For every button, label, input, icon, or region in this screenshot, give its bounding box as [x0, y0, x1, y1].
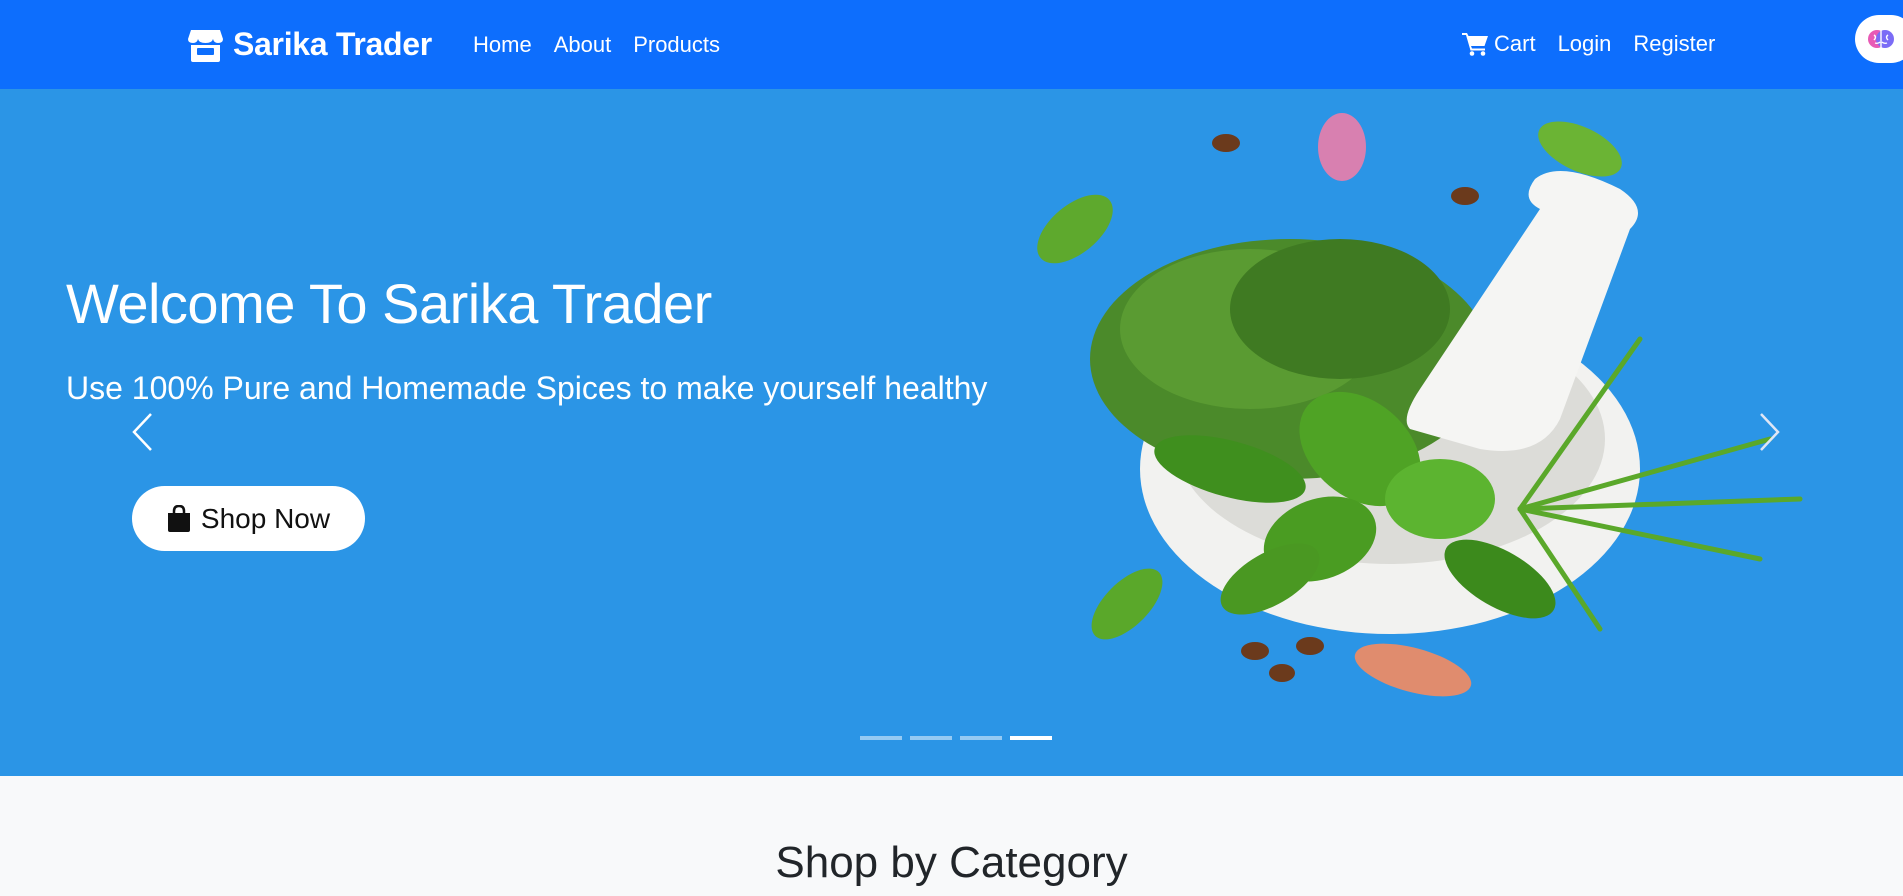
cart-icon [1462, 33, 1488, 56]
carousel-indicator-1[interactable] [860, 736, 902, 740]
brand-name: Sarika Trader [233, 26, 432, 62]
chevron-right-icon [1760, 413, 1780, 451]
hero-carousel: Welcome To Sarika Trader Use 100% Pure a… [0, 89, 1903, 776]
shopping-bag-icon [167, 504, 190, 532]
shop-now-label: Shop Now [200, 502, 331, 534]
cart-label: Cart [1494, 31, 1536, 56]
carousel-indicator-4[interactable] [1010, 736, 1052, 740]
brand-link[interactable]: Sarika Trader [188, 26, 432, 63]
carousel-indicator-3[interactable] [960, 736, 1002, 740]
section-title: Shop by Category [775, 838, 1128, 887]
store-icon [188, 29, 223, 62]
carousel-indicator-2[interactable] [910, 736, 952, 740]
chevron-left-icon [132, 413, 152, 451]
login-link[interactable]: Login [1558, 31, 1612, 57]
carousel-next-button[interactable] [1748, 407, 1788, 457]
main-nav: Home About Products [473, 32, 720, 58]
browser-extension-button[interactable] [1855, 15, 1903, 63]
hero-title: Welcome To Sarika Trader [66, 272, 712, 335]
carousel-indicators [860, 736, 1052, 740]
brain-icon [1868, 30, 1894, 48]
nav-about-link[interactable]: About [554, 32, 612, 58]
carousel-prev-button[interactable] [124, 407, 164, 457]
nav-products-link[interactable]: Products [633, 32, 720, 58]
account-nav: Cart Login Register [1462, 31, 1715, 57]
shop-now-button[interactable]: Shop Now [132, 486, 365, 551]
nav-home-link[interactable]: Home [473, 32, 532, 58]
cart-link[interactable]: Cart [1462, 31, 1536, 57]
hero-subtitle: Use 100% Pure and Homemade Spices to mak… [66, 370, 988, 406]
navbar: Sarika Trader Home About Products Cart L… [0, 0, 1903, 89]
register-link[interactable]: Register [1633, 31, 1715, 57]
